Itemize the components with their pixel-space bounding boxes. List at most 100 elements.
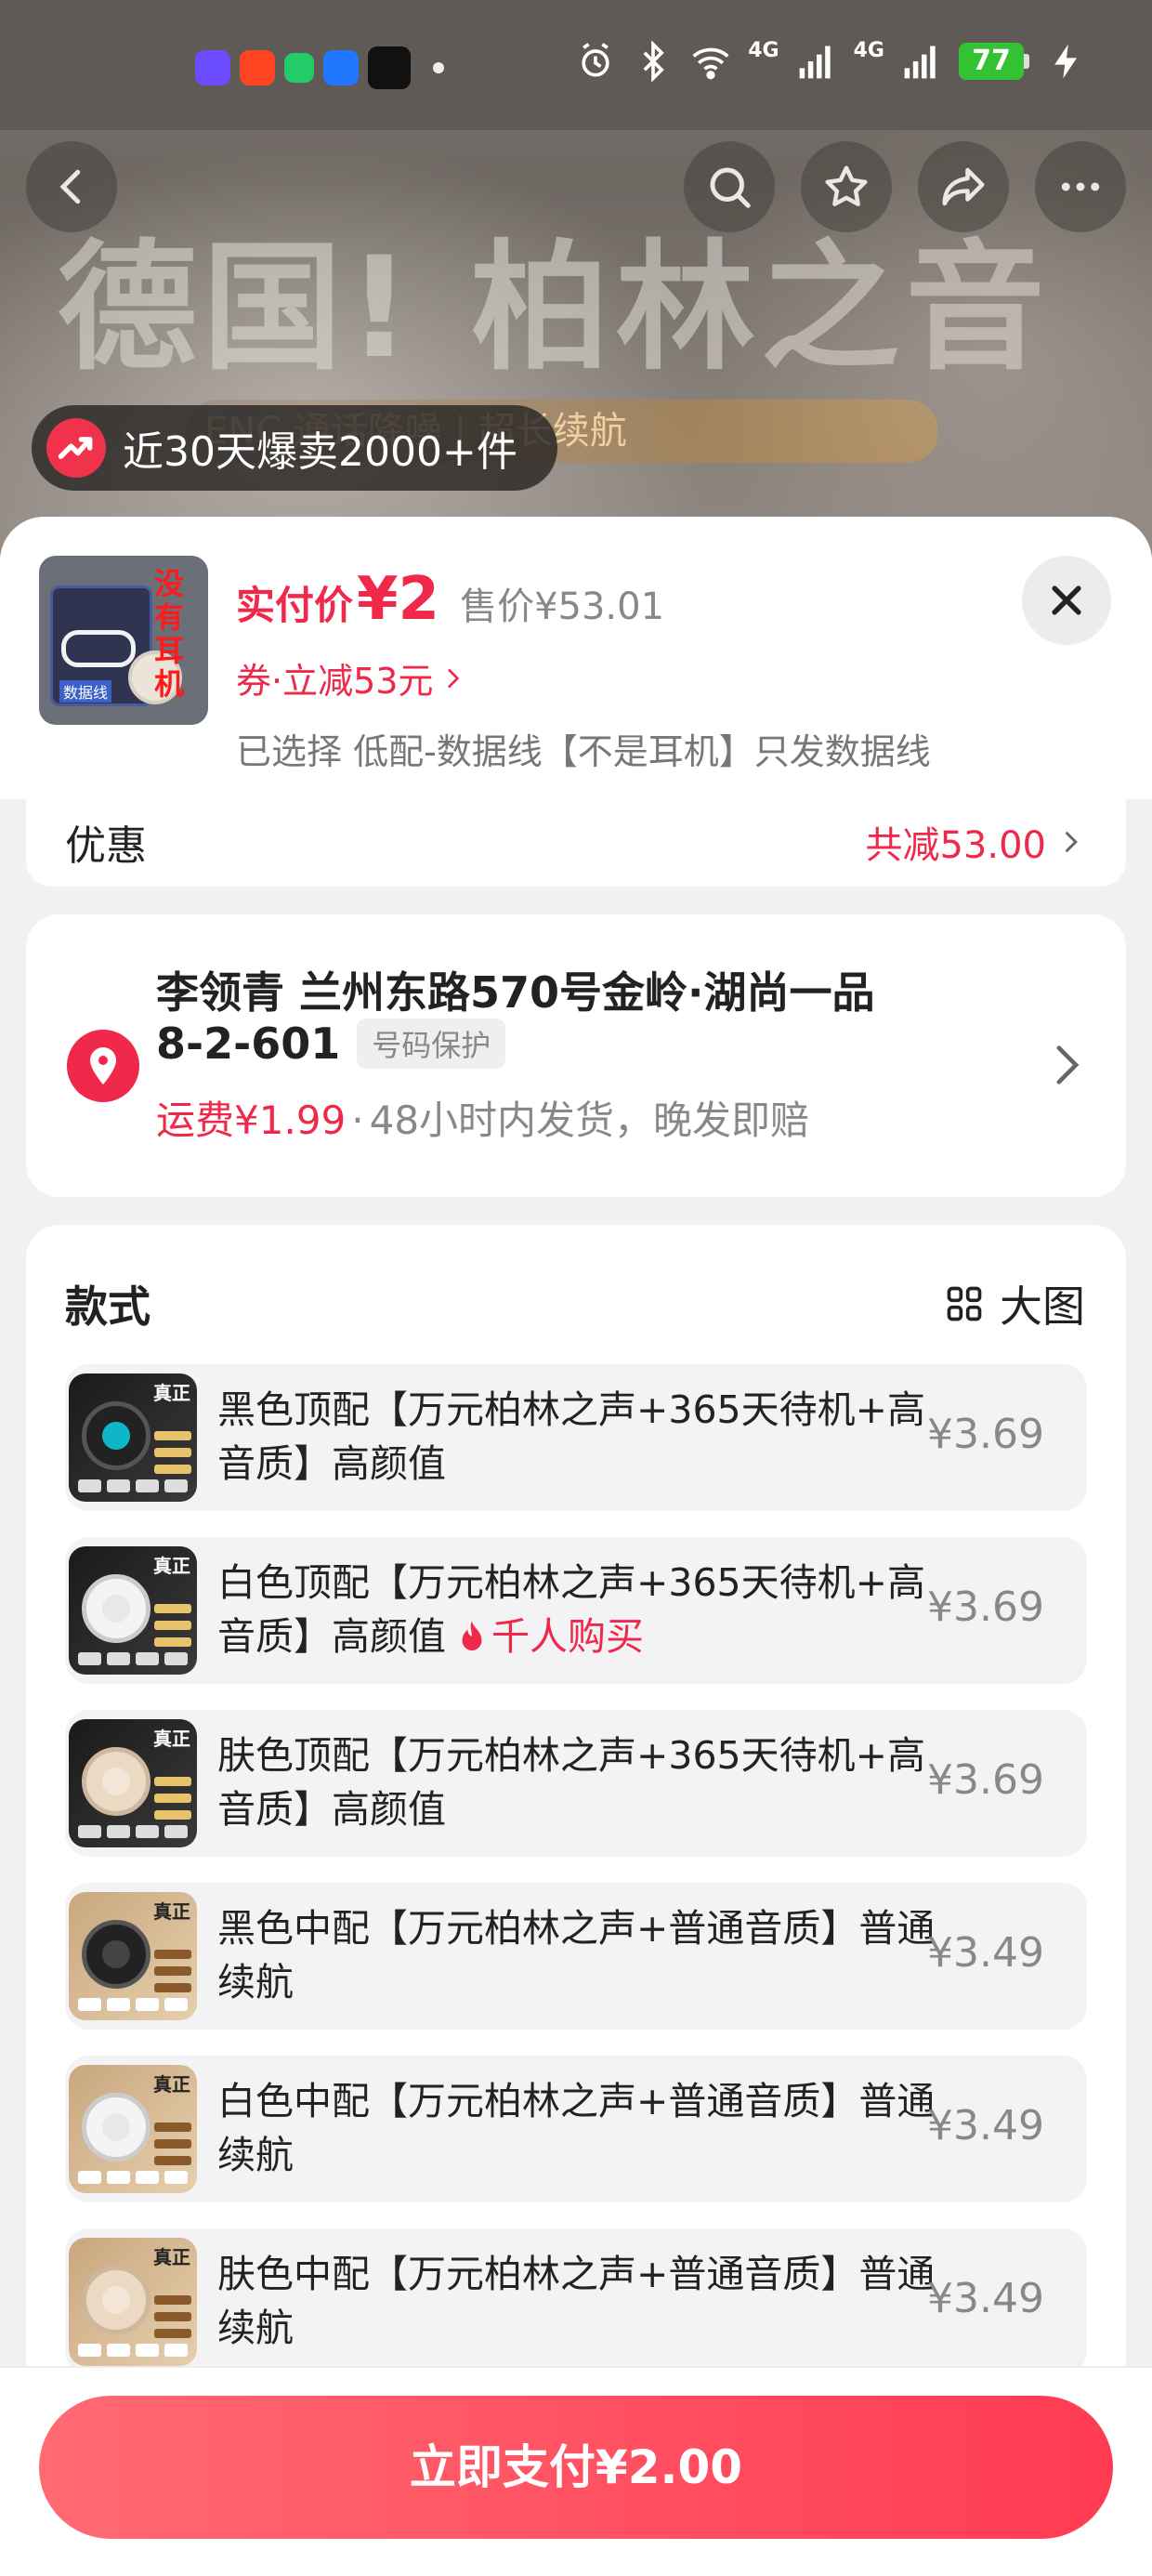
alarm-icon bbox=[582, 43, 609, 77]
thumb-bar bbox=[154, 1794, 191, 1803]
hero-title: 德国! 柏林之音 bbox=[58, 228, 1051, 389]
chevron-left-icon bbox=[59, 169, 81, 204]
thumb-feature-row bbox=[78, 1479, 188, 1492]
variant-option[interactable]: 真正 白色中配【万元柏林之声+普通音质】普通续航 ¥3.49 bbox=[65, 2056, 1087, 2202]
earphone-light bbox=[102, 1768, 130, 1795]
thumb-tag: 真正 bbox=[153, 1555, 190, 1577]
bluetooth-icon bbox=[643, 41, 665, 82]
address-card[interactable]: 李领青 兰州东路570号金岭·湖尚一品 8-2-601 号码保护 运费¥1.99… bbox=[26, 914, 1126, 1197]
coupon-link[interactable]: 券·立减53元 bbox=[236, 652, 465, 703]
chevron-right-icon bbox=[1056, 1045, 1080, 1084]
discount-amount: 共减53.00 bbox=[865, 824, 1046, 867]
price-line: 实付价 ¥2 售价¥53.01 bbox=[236, 565, 664, 634]
thumb-bar bbox=[154, 1777, 191, 1786]
privacy-tag: 号码保护 bbox=[357, 1019, 506, 1069]
variant-price: ¥3.69 bbox=[927, 1411, 1044, 1458]
variant-name: 肤色顶配【万元柏林之声+365天待机+高音质】高颜值 bbox=[217, 1733, 925, 1832]
battery-cap bbox=[1024, 54, 1029, 69]
thumb-bar bbox=[154, 1448, 191, 1457]
variant-name: 黑色顶配【万元柏林之声+365天待机+高音质】高颜值 bbox=[217, 1387, 925, 1486]
style-title: 款式 bbox=[65, 1281, 151, 1332]
variant-price: ¥3.49 bbox=[927, 2102, 1044, 2149]
thumb-bar bbox=[154, 2312, 191, 2321]
sales-badge-text: 近30天爆卖2000+件 bbox=[123, 428, 517, 476]
variant-option[interactable]: 真正 黑色中配【万元柏林之声+普通音质】普通续航 ¥3.49 bbox=[65, 1883, 1087, 2030]
thumb-bar bbox=[154, 1966, 191, 1976]
shipping-line: 运费¥1.99 · 48小时内发货，晚发即赔 bbox=[156, 1089, 809, 1146]
big-view-label: 大图 bbox=[1000, 1281, 1085, 1332]
fire-icon bbox=[462, 1621, 482, 1650]
thumb-feature-row bbox=[78, 2171, 188, 2184]
variant-thumbnail: 真正 bbox=[69, 2065, 197, 2193]
status-bar: 4G 4G 77 bbox=[0, 0, 1152, 130]
discount-row[interactable]: 优惠 共减53.00 bbox=[26, 797, 1126, 887]
coupon-text: 券·立减53元 bbox=[236, 661, 434, 702]
share-button[interactable] bbox=[918, 141, 1009, 232]
more-button[interactable] bbox=[1035, 141, 1126, 232]
close-button[interactable] bbox=[1022, 556, 1111, 645]
search-icon bbox=[710, 167, 751, 208]
checkout-footer: 立即支付¥2.00 bbox=[0, 2366, 1152, 2576]
location-pin-icon bbox=[67, 1030, 139, 1102]
thumb-bar bbox=[154, 1431, 191, 1440]
variant-name: 白色中配【万元柏林之声+普通音质】普通续航 bbox=[217, 2079, 936, 2177]
thumb-feature-row bbox=[78, 1998, 188, 2011]
earphone-light bbox=[102, 1595, 130, 1623]
product-thumbnail[interactable]: 数据线 没有耳机 bbox=[39, 556, 208, 725]
thumb-bar bbox=[154, 1637, 191, 1647]
thumb-bar bbox=[154, 2156, 191, 2165]
thumb-feature-row bbox=[78, 2344, 188, 2357]
more-icon bbox=[1061, 182, 1100, 191]
thumb-tag: 真正 bbox=[153, 2246, 190, 2268]
variant-price: ¥3.69 bbox=[927, 1584, 1044, 1631]
grid-icon bbox=[947, 1286, 982, 1321]
address-detail-row: 8-2-601 号码保护 bbox=[156, 1019, 506, 1069]
share-icon bbox=[942, 167, 985, 206]
signal-icon bbox=[904, 46, 936, 79]
chevron-right-icon bbox=[1066, 832, 1078, 852]
thumb-bar bbox=[154, 1604, 191, 1613]
favorite-button[interactable] bbox=[801, 141, 892, 232]
thumb-tag: 真正 bbox=[153, 1900, 190, 1923]
popular-badge-text: 千人购买 bbox=[491, 1614, 645, 1659]
app-icon bbox=[323, 50, 359, 85]
shipping-separator: · bbox=[351, 1097, 364, 1143]
star-icon bbox=[825, 165, 868, 206]
price-value: ¥2 bbox=[357, 565, 440, 634]
big-view-toggle[interactable]: 大图 bbox=[944, 1273, 1085, 1334]
signal-icon bbox=[799, 46, 831, 79]
network-type-label: 4G bbox=[748, 38, 779, 62]
notification-app-icons bbox=[195, 46, 444, 89]
variant-option[interactable]: 真正 白色顶配【万元柏林之声+365天待机+高音质】高颜值 千人购买 ¥3.69 bbox=[65, 1537, 1087, 1684]
thumb-bar bbox=[154, 1465, 191, 1474]
address-detail: 8-2-601 bbox=[156, 1019, 341, 1069]
variant-option[interactable]: 真正 肤色顶配【万元柏林之声+365天待机+高音质】高颜值 ¥3.69 bbox=[65, 1710, 1087, 1857]
pay-now-button[interactable]: 立即支付¥2.00 bbox=[39, 2396, 1113, 2539]
selected-variant-text: 已选择 低配-数据线【不是耳机】只发数据线 bbox=[236, 731, 931, 772]
back-button[interactable] bbox=[26, 141, 117, 232]
thumb-feature-row bbox=[78, 1825, 188, 1838]
thumb-bar bbox=[154, 2329, 191, 2338]
shipping-fee: 运费¥1.99 bbox=[156, 1097, 347, 1143]
trending-up-icon bbox=[46, 418, 106, 478]
original-price: 售价¥53.01 bbox=[460, 585, 665, 628]
charging-bolt-icon bbox=[1054, 44, 1077, 79]
search-button[interactable] bbox=[684, 141, 775, 232]
variant-option[interactable]: 真正 黑色顶配【万元柏林之声+365天待机+高音质】高颜值 ¥3.69 bbox=[65, 1364, 1087, 1511]
thumb-bar bbox=[154, 1983, 191, 1992]
earphone-light bbox=[102, 2286, 130, 2314]
cable-icon bbox=[61, 630, 136, 667]
product-summary: 数据线 没有耳机 实付价 ¥2 售价¥53.01 券·立减53元 已选择 低配-… bbox=[0, 517, 1152, 799]
address-line: 李领青 兰州东路570号金岭·湖尚一品 bbox=[156, 967, 875, 1018]
variant-thumbnail: 真正 bbox=[69, 1373, 197, 1502]
variant-option[interactable]: 真正 肤色中配【万元柏林之声+普通音质】普通续航 ¥3.49 bbox=[65, 2228, 1087, 2375]
popular-badge: 千人购买 bbox=[458, 1614, 644, 1659]
battery-level: 77 bbox=[959, 43, 1024, 80]
price-label: 实付价 bbox=[236, 583, 354, 628]
chevron-right-icon bbox=[448, 668, 460, 688]
variant-name: 肤色中配【万元柏林之声+普通音质】普通续航 bbox=[217, 2252, 936, 2350]
thumb-bar bbox=[154, 1621, 191, 1630]
variant-thumbnail: 真正 bbox=[69, 1719, 197, 1847]
thumb-bar bbox=[154, 1810, 191, 1820]
variant-thumbnail: 真正 bbox=[69, 1546, 197, 1675]
